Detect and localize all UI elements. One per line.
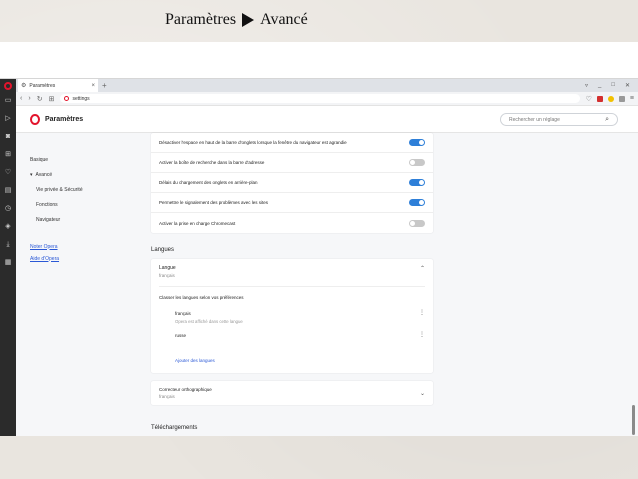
- play-arrow-icon: [242, 13, 255, 27]
- slide-title-part1: Paramètres: [165, 11, 237, 28]
- download-icon[interactable]: ⤓: [6, 240, 9, 249]
- extensions-icon[interactable]: ▦: [5, 258, 12, 267]
- toggle-row: Permettre le signalement des problèmes a…: [151, 193, 433, 213]
- search-icon: ⌕: [605, 115, 609, 123]
- easy-setup-icon[interactable]: ≡: [630, 95, 634, 102]
- minimize-icon[interactable]: _: [598, 82, 601, 89]
- chevron-down-icon[interactable]: ⌄: [420, 390, 425, 397]
- slide-title-part2: Avancé: [260, 11, 308, 28]
- camera-icon[interactable]: ◙: [6, 132, 10, 141]
- shield-icon[interactable]: ♡: [586, 95, 592, 103]
- nav-item-features[interactable]: Fonctions: [30, 197, 120, 212]
- list-item: russe ⋮: [175, 332, 425, 338]
- nav-item-privacy[interactable]: Vie privée & Sécurité: [30, 182, 120, 197]
- page-title: Paramètres: [45, 116, 84, 123]
- downloads-section-title: Téléchargements: [151, 425, 198, 431]
- add-languages-link[interactable]: Ajouter des langues: [159, 352, 425, 367]
- note-icon[interactable]: ▤: [5, 186, 12, 195]
- gear-icon: ⚙: [21, 83, 27, 89]
- spellcheck-label: Correcteur orthographique: [159, 387, 212, 392]
- languages-card: Langue français ⌃ Classer les langues se…: [151, 259, 433, 373]
- speed-dial-icon[interactable]: ▭: [5, 96, 12, 105]
- emoji-extension-icon[interactable]: [607, 95, 614, 102]
- slide-white-band: [0, 42, 638, 78]
- tab-bar: ⚙ Paramètres × + ▿ _ □ ✕: [0, 79, 638, 92]
- slide-title: Paramètres Avancé: [165, 11, 308, 29]
- settings-nav: Basique ▾ Avancé Vie privée & Sécurité F…: [30, 152, 120, 263]
- list-item: français Opera est affiché dans cette la…: [175, 310, 425, 324]
- maximize-icon[interactable]: □: [611, 82, 615, 89]
- settings-page: Paramètres Rechercher un réglage ⌕ Basiq…: [16, 107, 638, 436]
- nav-item-basique[interactable]: Basique: [30, 152, 120, 167]
- toggle-switch[interactable]: [409, 139, 425, 146]
- settings-content: Désactiver l'espace en haut de la barre …: [151, 133, 433, 431]
- opera-menu-button[interactable]: [0, 79, 16, 92]
- opera-logo-icon: [4, 81, 12, 90]
- send-icon[interactable]: ▷: [5, 114, 10, 123]
- toggle-row: Activer la prise en charge Chromecast: [151, 213, 433, 233]
- language-label: Langue: [159, 265, 176, 271]
- tab-settings[interactable]: ⚙ Paramètres ×: [18, 79, 98, 92]
- language-order-label: Classer les langues selon vos préférence…: [159, 295, 244, 300]
- opera-url-icon: [64, 96, 70, 101]
- toggle-switch[interactable]: [409, 179, 425, 186]
- adblock-extension-icon[interactable]: [596, 95, 603, 102]
- new-tab-button[interactable]: +: [102, 81, 107, 90]
- nav-item-browser[interactable]: Navigateur: [30, 212, 120, 227]
- toggle-row: Délais du chargement des onglets en arri…: [151, 173, 433, 193]
- nav-link-rate-opera[interactable]: Noter Opera: [30, 239, 120, 254]
- nav-item-avance[interactable]: ▾ Avancé: [30, 167, 120, 182]
- spellcheck-value: français: [159, 394, 175, 399]
- search-placeholder: Rechercher un réglage: [509, 116, 560, 123]
- toggle-row: Activer la boîte de recherche dans la ba…: [151, 153, 433, 173]
- heart-icon[interactable]: ♡: [5, 168, 11, 177]
- toggle-row: Désactiver l'espace en haut de la barre …: [151, 133, 433, 153]
- tabs-grid-icon[interactable]: ⊞: [49, 95, 55, 103]
- history-icon[interactable]: ◷: [5, 204, 11, 213]
- settings-search-input[interactable]: Rechercher un réglage ⌕: [500, 113, 618, 126]
- chevron-down-icon: ▾: [30, 171, 33, 178]
- url-text: settings: [72, 95, 90, 102]
- close-window-icon[interactable]: ✕: [625, 82, 630, 89]
- snapshot-icon[interactable]: [618, 95, 625, 102]
- languages-section-title: Langues: [151, 247, 175, 253]
- opera-logo-icon: [30, 114, 40, 125]
- more-options-icon[interactable]: ⋮: [419, 332, 425, 338]
- tab-label: Paramètres: [29, 82, 56, 89]
- apps-grid-icon[interactable]: ⊞: [5, 150, 11, 159]
- chevron-up-icon[interactable]: ⌃: [420, 265, 425, 272]
- toggle-switch[interactable]: [409, 199, 425, 206]
- url-field[interactable]: settings: [60, 94, 580, 103]
- spellcheck-row[interactable]: Correcteur orthographique français ⌄: [151, 381, 433, 405]
- address-bar: ‹ › ↻ ⊞ settings ♡ ≡: [16, 92, 638, 106]
- cube-icon[interactable]: ◈: [5, 222, 10, 231]
- language-selector[interactable]: Langue français ⌃: [159, 263, 425, 287]
- settings-header: Paramètres Rechercher un réglage ⌕: [16, 107, 638, 133]
- scrollbar-thumb[interactable]: [632, 405, 635, 435]
- reload-icon[interactable]: ↻: [37, 95, 43, 103]
- more-options-icon[interactable]: ⋮: [419, 310, 425, 316]
- window-controls: ▿ _ □ ✕: [585, 82, 638, 89]
- nav-link-opera-help[interactable]: Aide d'Opera: [30, 254, 120, 263]
- back-icon[interactable]: ‹: [20, 95, 22, 102]
- language-value: français: [159, 273, 175, 278]
- forward-icon[interactable]: ›: [28, 95, 30, 102]
- extensions-area: ♡ ≡: [586, 95, 634, 103]
- tab-menu-icon[interactable]: ▿: [585, 82, 588, 89]
- browser-window: ⚙ Paramètres × + ▿ _ □ ✕ ▭ ▷ ◙ ⊞ ♡ ▤ ◷ ◈…: [0, 78, 638, 436]
- toggle-switch[interactable]: [409, 159, 425, 166]
- close-tab-icon[interactable]: ×: [91, 83, 95, 89]
- opera-sidebar: ▭ ▷ ◙ ⊞ ♡ ▤ ◷ ◈ ⤓ ▦: [0, 92, 16, 436]
- toggle-switch[interactable]: [409, 219, 425, 227]
- toggles-card: Désactiver l'espace en haut de la barre …: [151, 133, 433, 233]
